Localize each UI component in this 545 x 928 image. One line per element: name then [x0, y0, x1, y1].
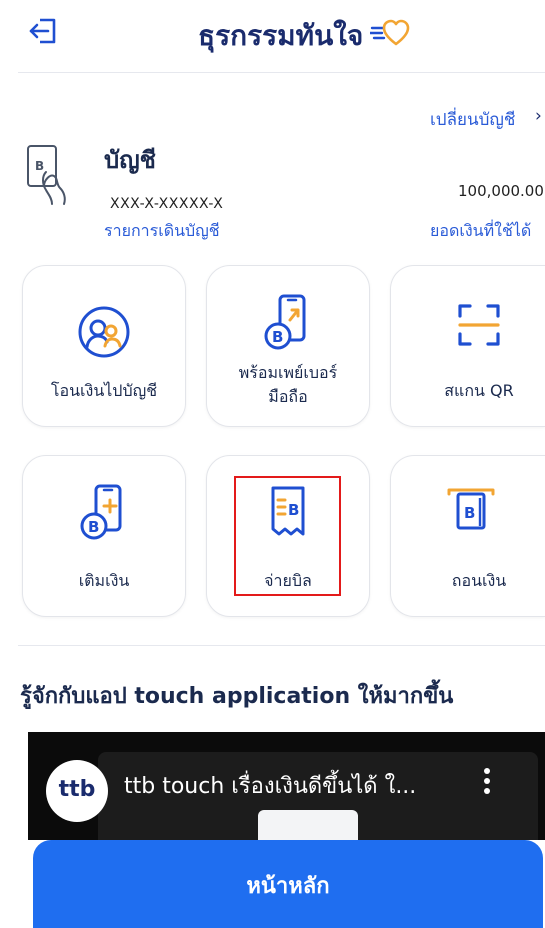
- section-divider: [18, 645, 545, 646]
- chevron-right-icon[interactable]: ›: [535, 106, 542, 126]
- tile-label: ถอนเงิน: [451, 571, 507, 590]
- svg-text:B: B: [35, 159, 44, 173]
- scan-qr-tile[interactable]: สแกน QR: [390, 265, 545, 427]
- svg-text:B: B: [464, 504, 475, 522]
- available-balance-label: ยอดเงินที่ใช้ได้: [430, 221, 532, 240]
- account-balance: 100,000.00: [458, 182, 544, 200]
- ttb-logo: ttb: [46, 760, 108, 822]
- video-title: ttb touch เรื่องเงินดีขึ้นได้ ใ...: [124, 774, 417, 799]
- home-button[interactable]: หน้าหลัก: [33, 840, 543, 928]
- account-book-hand-icon: B: [27, 145, 66, 205]
- topup-phone-icon: B: [80, 484, 122, 540]
- withdraw-tile[interactable]: B ถอนเงิน: [390, 455, 545, 617]
- qr-scan-icon: [458, 304, 500, 346]
- video-player[interactable]: ttb ttb touch เรื่องเงินดีขึ้นได้ ใ...: [28, 732, 545, 840]
- tile-label: เติมเงิน: [78, 571, 130, 590]
- heart-speed-icon: [370, 19, 410, 46]
- statement-link[interactable]: รายการเดินบัญชี: [104, 219, 220, 244]
- video-card-preview: [258, 810, 358, 840]
- tile-label-line1: พร้อมเพย์เบอร์: [238, 363, 338, 382]
- ttb-logo-text: ttb: [58, 777, 96, 802]
- people-transfer-icon: [78, 306, 130, 358]
- svg-text:B: B: [272, 328, 283, 346]
- switch-account-link[interactable]: เปลี่ยนบัญชี: [430, 106, 515, 133]
- atm-withdraw-icon: B: [447, 488, 495, 530]
- svg-text:B: B: [88, 518, 99, 536]
- account-title: บัญชี: [104, 146, 156, 174]
- app-header: ธุรกรรมทันใจ: [0, 0, 545, 70]
- topup-tile[interactable]: B เติมเงิน: [22, 455, 186, 617]
- page-title: ธุรกรรมทันใจ: [198, 19, 364, 52]
- account-number: XXX-X-XXXXX-X: [110, 196, 224, 212]
- tile-label: สแกน QR: [444, 381, 514, 400]
- exit-icon[interactable]: [26, 14, 60, 48]
- header-divider: [18, 72, 545, 73]
- selection-highlight: [234, 476, 341, 596]
- home-button-label: หน้าหลัก: [246, 874, 330, 899]
- promptpay-phone-tile[interactable]: B พร้อมเพย์เบอร์ มือถือ: [206, 265, 370, 427]
- tile-label: โอนเงินไปบัญชี: [50, 381, 158, 400]
- promptpay-phone-icon: B: [264, 294, 306, 350]
- transfer-to-account-tile[interactable]: โอนเงินไปบัญชี: [22, 265, 186, 427]
- section-title: รู้จักกับแอป touch application ให้มากขึ้…: [20, 684, 454, 709]
- tile-label-line2: มือถือ: [268, 387, 308, 406]
- more-vertical-icon[interactable]: [483, 766, 491, 796]
